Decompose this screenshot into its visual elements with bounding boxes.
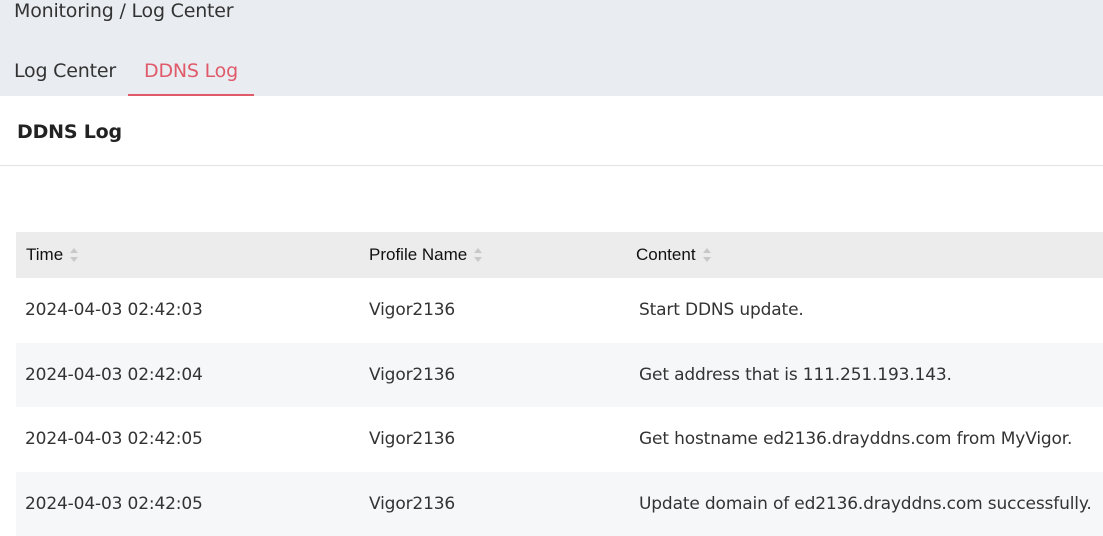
tab-log-center[interactable]: Log Center <box>14 60 116 96</box>
cell-time: 2024-04-03 02:42:03 <box>25 300 203 320</box>
cell-time: 2024-04-03 02:42:05 <box>25 429 203 449</box>
cell-profile-name: Vigor2136 <box>369 429 455 449</box>
page-header: Monitoring / Log Center Log Center DDNS … <box>0 0 1103 96</box>
cell-content: Update domain of ed2136.drayddns.com suc… <box>639 494 1092 514</box>
cell-content: Get hostname ed2136.drayddns.com from My… <box>639 429 1072 449</box>
breadcrumb: Monitoring / Log Center <box>14 0 233 22</box>
cell-profile-name: Vigor2136 <box>369 494 455 514</box>
cell-time: 2024-04-03 02:42:05 <box>25 494 203 514</box>
sort-icon[interactable] <box>473 247 483 263</box>
tab-ddns-log[interactable]: DDNS Log <box>128 60 254 96</box>
divider <box>0 165 1103 166</box>
table-header: Time Profile Name Content <box>16 232 1103 278</box>
sort-icon[interactable] <box>702 247 712 263</box>
ddns-log-panel: DDNS Log Time Profile Name Content 2024-… <box>0 96 1103 533</box>
cell-profile-name: Vigor2136 <box>369 365 455 385</box>
cell-content: Start DDNS update. <box>639 300 804 320</box>
table-row: 2024-04-03 02:42:03 Vigor2136 Start DDNS… <box>16 278 1103 343</box>
column-header-time[interactable]: Time <box>26 245 79 265</box>
sort-icon[interactable] <box>69 247 79 263</box>
table-row: 2024-04-03 02:42:05 Vigor2136 Get hostna… <box>16 407 1103 472</box>
column-header-content[interactable]: Content <box>636 245 712 265</box>
column-header-label: Content <box>636 245 696 264</box>
panel-title: DDNS Log <box>17 121 122 143</box>
table-row: 2024-04-03 02:42:04 Vigor2136 Get addres… <box>16 343 1103 408</box>
column-header-label: Profile Name <box>369 245 467 264</box>
cell-content: Get address that is 111.251.193.143. <box>639 365 952 385</box>
cell-time: 2024-04-03 02:42:04 <box>25 365 203 385</box>
ddns-log-table: Time Profile Name Content 2024-04-03 02:… <box>16 232 1103 536</box>
column-header-profile-name[interactable]: Profile Name <box>369 245 483 265</box>
column-header-label: Time <box>26 245 63 264</box>
table-row: 2024-04-03 02:42:05 Vigor2136 Update dom… <box>16 472 1103 536</box>
cell-profile-name: Vigor2136 <box>369 300 455 320</box>
